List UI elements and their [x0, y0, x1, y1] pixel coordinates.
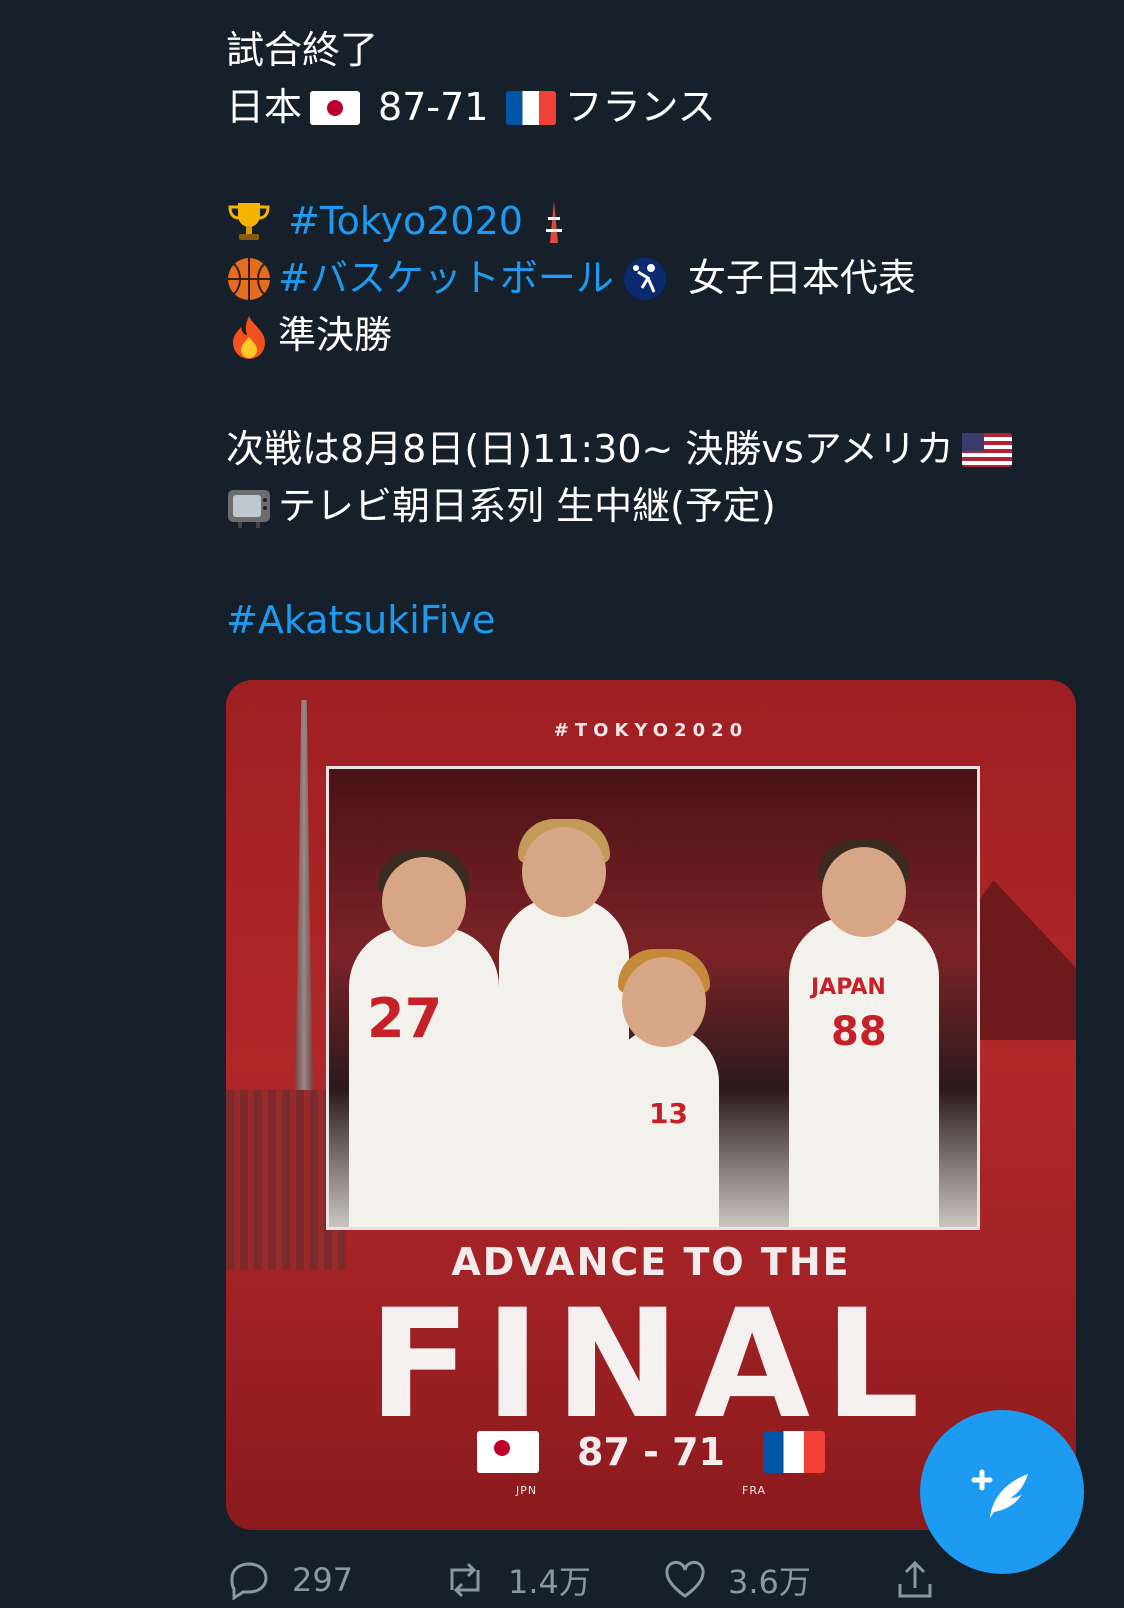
player: 27 — [349, 849, 499, 1227]
tweet-text-next-game: 次戦は8月8日(日)11:30~ 決勝vsアメリカ — [226, 427, 954, 471]
reply-count: 297 — [292, 1561, 354, 1599]
compose-tweet-button[interactable] — [920, 1410, 1084, 1574]
tweet-image[interactable]: #TOKYO2020 27 13 JAPAN 88 ADVANCE TO THE… — [226, 680, 1076, 1530]
tweet-line: テレビ朝日系列 生中継(予定) — [226, 478, 1086, 535]
japan-flag-icon — [477, 1431, 539, 1473]
share-action[interactable] — [892, 1560, 938, 1600]
tweet-text-broadcast: テレビ朝日系列 生中継(予定) — [278, 484, 776, 528]
tokyo-tower-icon — [545, 200, 562, 243]
tweet-text-l1: 試合終了 — [226, 28, 379, 72]
tweet-text-france: フランス — [564, 85, 716, 129]
player: JAPAN 88 — [789, 839, 939, 1227]
team-photo: 27 13 JAPAN 88 — [326, 766, 980, 1230]
tweet-line: 試合終了 — [226, 22, 1086, 79]
tweet-line: #Tokyo2020 — [226, 193, 1086, 250]
tweet-actions: 297 1.4万 3.6万 — [226, 1557, 1066, 1603]
television-icon — [228, 489, 270, 528]
retweet-action[interactable]: 1.4万 — [442, 1557, 662, 1603]
reply-action[interactable]: 297 — [226, 1560, 442, 1600]
jersey-number: 88 — [831, 1009, 887, 1055]
tweet-line: #AkatsukiFive — [226, 592, 1086, 649]
reply-icon — [230, 1562, 268, 1600]
share-icon — [898, 1560, 932, 1598]
tweet-text-semifinal: 準決勝 — [278, 313, 393, 357]
final-score: 87 - 71 — [577, 1430, 725, 1474]
tweet-line: 準決勝 — [226, 307, 1086, 364]
team-label-right: FRA — [742, 1484, 767, 1497]
retweet-count: 1.4万 — [508, 1563, 591, 1601]
france-flag-icon — [763, 1431, 825, 1473]
jersey-number: 27 — [367, 987, 443, 1050]
trophy-icon — [228, 202, 270, 240]
tweet-line: 次戦は8月8日(日)11:30~ 決勝vsアメリカ — [226, 421, 1086, 478]
hashtag-basketball-link[interactable]: #バスケットボール — [278, 250, 614, 307]
hashtag-akatsukifive-link[interactable]: #AkatsukiFive — [226, 592, 495, 649]
basketball-pictogram-icon — [623, 257, 666, 300]
france-flag-icon — [506, 90, 557, 125]
tweet-line: 日本 87-71 フランス — [226, 79, 1086, 136]
basketball-icon — [228, 257, 270, 300]
tweet-text-womens-team: 女子日本代表 — [687, 256, 916, 300]
tweet-text-japan: 日本 — [226, 85, 303, 129]
compose-feather-icon — [971, 1469, 1028, 1518]
tweet-text-score: 87-71 — [378, 85, 489, 129]
team-label-left: JPN — [516, 1484, 538, 1497]
retweet-icon — [450, 1562, 480, 1598]
japan-flag-icon — [310, 90, 361, 125]
jersey-number: 13 — [649, 1097, 688, 1130]
player: 13 — [609, 949, 719, 1227]
like-count: 3.6万 — [728, 1563, 811, 1601]
jersey-wordmark: JAPAN — [811, 975, 886, 1000]
usa-flag-icon — [961, 432, 1012, 467]
image-hashtag: #TOKYO2020 — [553, 720, 749, 741]
like-action[interactable]: 3.6万 — [662, 1557, 892, 1603]
tweet-line: #バスケットボール 女子日本代表 — [226, 250, 1086, 307]
fire-icon — [233, 315, 265, 359]
final-heading: FINAL — [368, 1278, 934, 1452]
tweet-body: 試合終了 日本 87-71 フランス #Tokyo2020 #バスケットボール — [226, 22, 1086, 649]
hashtag-tokyo2020-link[interactable]: #Tokyo2020 — [288, 193, 523, 250]
heart-icon — [665, 1560, 705, 1598]
